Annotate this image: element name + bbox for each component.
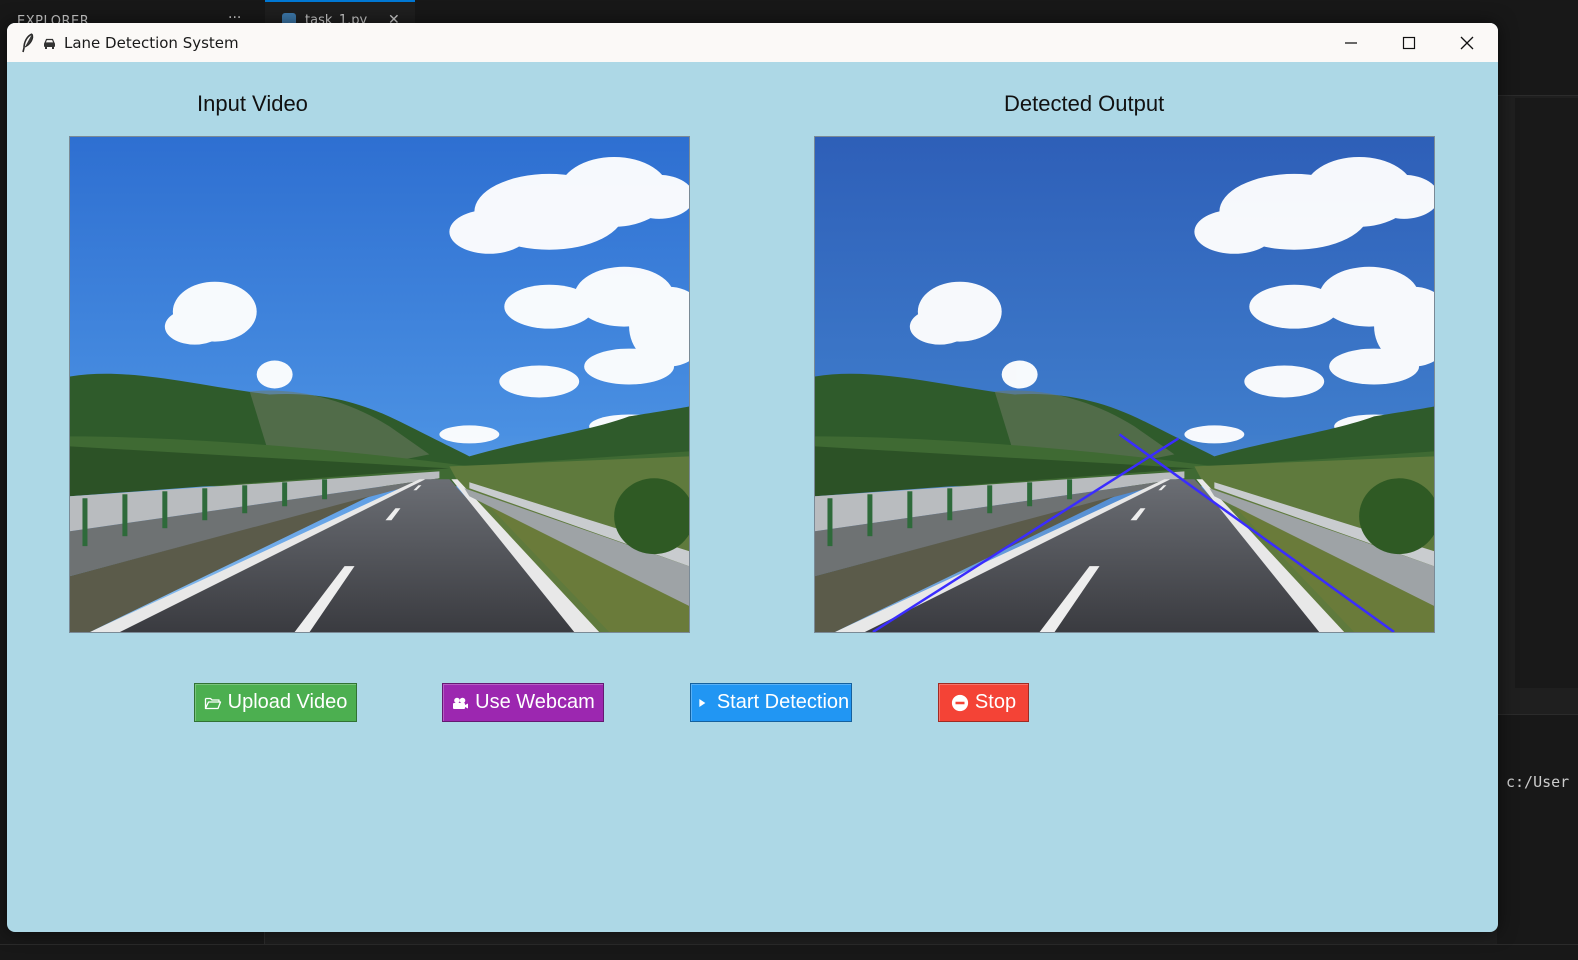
start-detection-button[interactable]: Start Detection — [690, 683, 852, 722]
minimize-button[interactable] — [1322, 23, 1380, 62]
feather-icon — [22, 33, 34, 53]
window-title: Lane Detection System — [64, 34, 239, 52]
input-video-title: Input Video — [197, 91, 308, 116]
detected-output-frame — [814, 136, 1435, 633]
input-video-image — [70, 137, 689, 632]
car-icon — [44, 38, 55, 49]
start-detection-label: Start Detection — [716, 691, 850, 713]
detected-output-title: Detected Output — [1004, 91, 1165, 116]
input-video-frame — [69, 136, 690, 633]
camera-icon — [451, 694, 469, 712]
app-window: Lane Detection System Input Video Detect… — [7, 23, 1498, 932]
detected-output-image — [815, 137, 1434, 632]
ide-editor-toolbar — [1497, 44, 1578, 96]
ide-minimap — [1515, 98, 1578, 688]
upload-video-button[interactable]: Upload Video — [194, 683, 357, 722]
use-webcam-button[interactable]: Use Webcam — [442, 683, 604, 722]
play-icon — [693, 694, 711, 712]
folder-open-icon — [204, 694, 222, 712]
ide-terminal-text: c:/User — [1506, 773, 1570, 791]
no-entry-icon — [951, 694, 969, 712]
maximize-icon — [1402, 36, 1416, 49]
close-icon — [1460, 36, 1474, 49]
stop-button[interactable]: Stop — [938, 683, 1029, 722]
minimize-icon — [1345, 41, 1357, 44]
close-button[interactable] — [1438, 23, 1496, 62]
ide-terminal — [1497, 714, 1578, 944]
stop-label: Stop — [974, 691, 1017, 713]
use-webcam-label: Use Webcam — [475, 691, 595, 713]
title-bar[interactable]: Lane Detection System — [7, 23, 1498, 62]
ide-status-bar — [0, 944, 1578, 960]
maximize-button[interactable] — [1380, 23, 1438, 62]
upload-video-label: Upload Video — [227, 691, 348, 713]
